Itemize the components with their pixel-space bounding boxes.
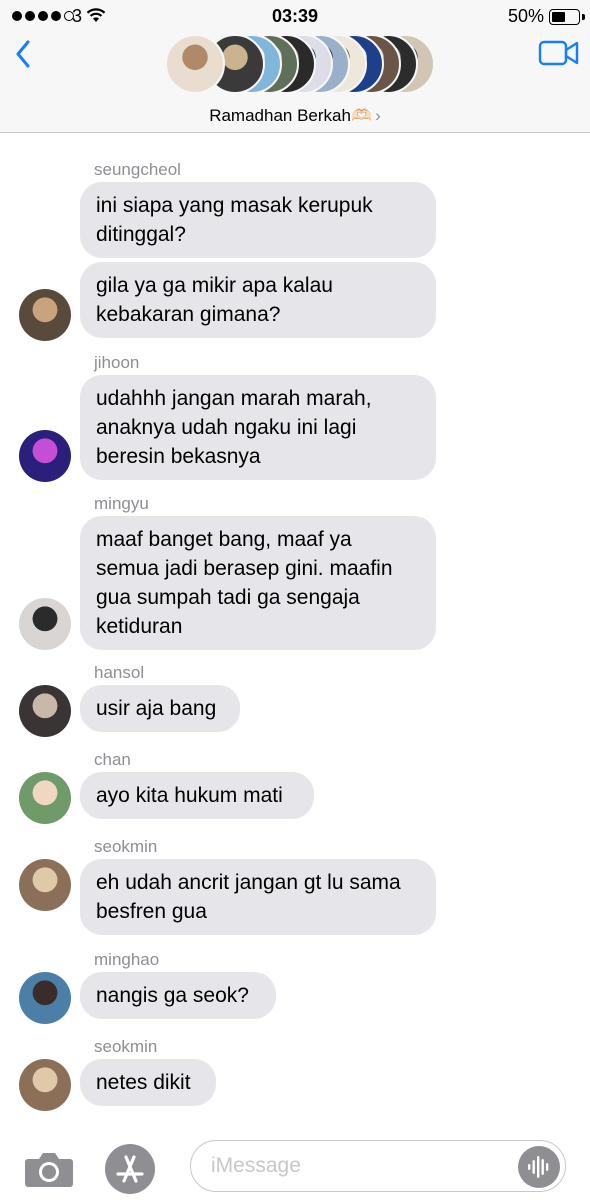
- app-store-button[interactable]: [104, 1143, 156, 1195]
- input-bar: [0, 1127, 590, 1200]
- battery-percentage: 50%: [507, 6, 544, 26]
- chevron-right-icon: ›: [375, 106, 381, 125]
- group-name: Ramadhan Berkah🫶🏻: [209, 106, 373, 125]
- video-call-button[interactable]: [538, 38, 580, 68]
- sender-avatar[interactable]: [19, 772, 71, 824]
- sender-name: seokmin: [94, 837, 158, 856]
- sender-name: minghao: [94, 950, 160, 969]
- audio-message-button[interactable]: [518, 1146, 560, 1188]
- audio-waveform-icon: [528, 1156, 549, 1178]
- message-bubble[interactable]: nangis ga seok?: [80, 972, 276, 1019]
- sender-name: mingyu: [94, 494, 149, 513]
- message-bubble[interactable]: gila ya ga mikir apa kalau kebakaran gim…: [80, 262, 436, 338]
- sender-avatar[interactable]: [19, 598, 71, 650]
- chevron-left-icon: [16, 40, 30, 68]
- message-bubble[interactable]: netes dikit: [80, 1059, 216, 1106]
- group-name-button[interactable]: Ramadhan Berkah🫶🏻 ›: [0, 106, 590, 126]
- camera-button[interactable]: [24, 1150, 74, 1188]
- sender-avatar[interactable]: [19, 289, 71, 341]
- message-bubble[interactable]: udahhh jangan marah marah, anaknya udah …: [80, 375, 436, 480]
- sender-avatar[interactable]: [19, 430, 71, 482]
- app-store-icon: [105, 1144, 155, 1194]
- sender-name: hansol: [94, 663, 145, 682]
- sender-avatar[interactable]: [19, 972, 71, 1024]
- message-bubble[interactable]: usir aja bang: [80, 685, 240, 732]
- sender-avatar[interactable]: [19, 685, 71, 737]
- message-list[interactable]: seungcheol ini siapa yang masak kerupuk d…: [0, 134, 590, 1127]
- back-button[interactable]: [8, 36, 38, 72]
- video-camera-icon: [538, 40, 579, 66]
- message-bubble[interactable]: ini siapa yang masak kerupuk ditinggal?: [80, 182, 436, 258]
- sender-name: seungcheol: [94, 160, 181, 179]
- imessage-input[interactable]: [190, 1140, 566, 1192]
- conversation-header: 3 03:39 50% Ramadhan Berkah🫶🏻 ›: [0, 0, 590, 133]
- message-bubble[interactable]: eh udah ancrit jangan gt lu sama besfren…: [80, 859, 436, 935]
- sender-name: chan: [94, 750, 131, 769]
- camera-icon: [25, 1153, 73, 1187]
- status-time: 03:39: [271, 6, 319, 26]
- status-bar: 3 03:39 50%: [0, 0, 590, 34]
- sender-avatar[interactable]: [19, 1059, 71, 1111]
- sender-name: jihoon: [94, 353, 140, 372]
- group-member-avatar: [165, 34, 225, 94]
- sender-name: seokmin: [94, 1037, 158, 1056]
- message-bubble[interactable]: maaf banget bang, maaf ya semua jadi ber…: [80, 516, 436, 650]
- sender-avatar[interactable]: [19, 859, 71, 911]
- group-avatar-stack[interactable]: [165, 34, 435, 96]
- message-bubble[interactable]: ayo kita hukum mati: [80, 772, 314, 819]
- battery-icon: [549, 9, 580, 25]
